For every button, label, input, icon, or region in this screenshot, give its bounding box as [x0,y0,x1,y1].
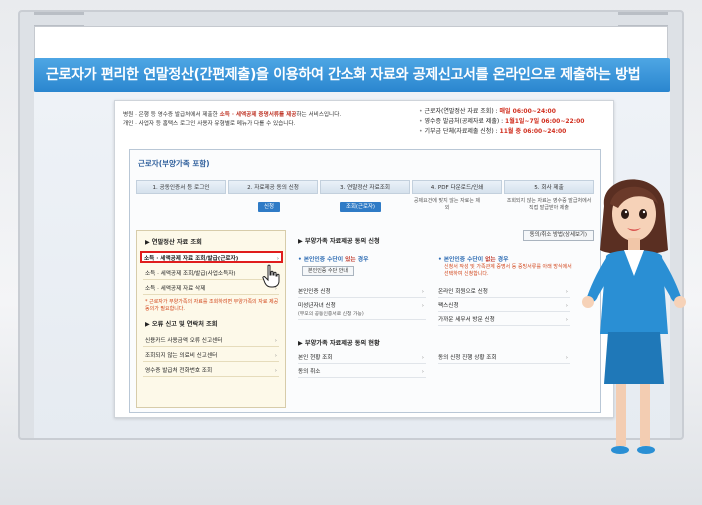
menu-item-label: 조회되지 않는 의료비 신고센터 [145,353,218,359]
minor-child-apply[interactable]: 미성년자녀 신청 › (부모의 공동인증서로 신청 가능) [298,300,426,320]
case-title-text: • 본인인증 수단이 [438,257,486,263]
item-label: 가까운 세무서 방문 신청 [438,317,495,323]
item-label: 동의 신청 진행 상황 조회 [438,355,497,361]
consent-cancel[interactable]: 동의 취소 › [298,366,426,378]
step-actions: 신청 조회(근로자) 공제요건에 맞지 않는 자료는 제외 조회되지 않는 자료… [136,198,594,220]
dependent-warning: * 근로자가 부양가족의 자료를 조회하려면 부양가족의 자료 제공동의가 필요… [145,299,279,312]
schedule-value: 매일 [499,108,513,115]
case2-note: 신청서 작성 및 가족관계 증명서 등 증빙서류를 아래 방식에서 선택하여 신… [444,264,572,277]
online-member-apply[interactable]: 온라인 회원으로 신청 › [438,286,570,298]
item-label: 본인인증 신청 [298,289,331,295]
chevron-right-icon: › [421,303,424,309]
step-note-exclude: 공제요건에 맞지 않는 자료는 제외 [413,198,481,211]
item-label: 본인 현황 조회 [298,355,333,361]
schedule-row: • 영수증 발급처(공제자료 제출) : 1월1일~7일 06:00~22:00 [419,118,585,125]
self-auth-apply[interactable]: 본인인증 신청 › [298,286,426,298]
schedule-row: • 기부금 단체(자료제출 신청) : 11월 중 06:00~24:00 [419,128,567,135]
intro-line1-post: 하는 서비스입니다. [296,112,342,118]
schedule-value: 11월 중 [499,128,524,135]
lookup-heading: ▶ 연말정산 자료 조회 [145,239,202,246]
menu-item-delete[interactable]: 소득 · 세액공제 자료 삭제 › [143,283,279,295]
tax-office-apply[interactable]: 가까운 세무서 방문 신청 › [438,314,570,326]
item-sub-label: (부모의 공동인증서로 신청 가능) [298,312,364,317]
menu-item-label: 신용카드 사용금액 오류 신고센터 [145,338,223,344]
step-consent: 2. 자료제공 동의 신청 [228,180,318,194]
case-title-emph: 있는 [345,257,356,263]
process-steps: 1. 공동인증서 등 로그인 2. 자료제공 동의 신청 3. 연말정산 자료조… [136,180,594,194]
chevron-right-icon: › [274,368,277,374]
case-title-suffix: 경우 [495,257,509,263]
chevron-right-icon: › [565,317,568,323]
menu-item-card-error[interactable]: 신용카드 사용금액 오류 신고센터 › [143,335,279,347]
chevron-right-icon: › [421,369,424,375]
case-title-text: • 본인인증 수단이 [298,257,346,263]
item-label: 팩스신청 [438,303,459,309]
self-status-lookup[interactable]: 본인 현황 조회 › [298,352,426,364]
case-title-emph: 없는 [485,257,496,263]
menu-item-phone-lookup[interactable]: 영수증 발급처 전화번호 조회 › [143,365,279,377]
chevron-right-icon: › [421,355,424,361]
schedule-value: 1월1일~7일 [505,118,542,125]
menu-item-business-lookup[interactable]: 소득 · 세액공제 조회/발급(사업소득자)› [143,268,279,280]
lookup-worker-button[interactable]: 조회(근로자) [340,202,382,212]
service-schedule: • 근로자(연말정산 자료 조회) : 매일 06:00~24:00 • 영수증… [419,107,613,137]
step-pdf: 4. PDF 다운로드/인쇄 [412,180,502,194]
consent-panel: ▶ 부양가족 자료제공 동의 신청 동의/취소 방법(상세보기) • 본인인증 … [296,230,594,408]
page-title: 근로자가 편리한 연말정산(간편제출)을 이용하여 간소화 자료와 공제신고서를… [46,67,641,83]
schedule-time: 06:00~22:00 [541,118,585,125]
intro-text: 병원 · 은행 등 영수증 발급처에서 제출한 소득 · 세액공제 증명서류를 … [123,111,413,129]
section-title: 근로자(부양가족 포함) [138,159,210,168]
hand-cursor-icon [262,264,280,288]
intro-line2: 개인 · 사업자 등 홈택스 로그인 사용자 유형별로 메뉴가 다를 수 있습니… [123,121,296,127]
schedule-time: 06:00~24:00 [512,108,556,115]
item-label: 동의 취소 [298,369,321,375]
chevron-right-icon: › [565,303,568,309]
title-banner: 근로자가 편리한 연말정산(간편제출)을 이용하여 간소화 자료와 공제신고서를… [34,58,670,92]
intro-line1-pre: 병원 · 은행 등 영수증 발급처에서 제출한 [123,112,220,118]
worker-section: 근로자(부양가족 포함) 1. 공동인증서 등 로그인 2. 자료제공 동의 신… [129,149,601,413]
intro-highlight: 소득 · 세액공제 증명서류를 제공 [219,112,297,118]
menu-item-label: 영수증 발급처 전화번호 조회 [145,368,213,374]
step-lookup: 3. 연말정산 자료조회 [320,180,410,194]
error-report-heading: ▶ 오류 신고 및 연락처 조회 [145,321,218,328]
chevron-right-icon: › [565,355,568,361]
chevron-right-icon: › [421,289,424,295]
case-with-auth: • 본인인증 수단이 있는 경우 [298,254,368,263]
case-without-auth: • 본인인증 수단이 없는 경우 [438,254,508,263]
consent-progress-lookup[interactable]: 동의 신청 진행 상황 조회 › [438,352,570,364]
schedule-label: 근로자(연말정산 자료 조회) : [424,108,500,115]
chevron-right-icon: › [274,353,277,359]
consent-status-heading: ▶ 부양가족 자료제공 동의 현황 [298,340,380,347]
menu-item-label: 소득 · 세액공제 조회/발급(사업소득자) [145,271,236,277]
case-title-suffix: 경우 [355,257,369,263]
schedule-row: • 근로자(연말정산 자료 조회) : 매일 06:00~24:00 [419,108,556,115]
presenter-woman-illustration [582,179,686,454]
item-label: 온라인 회원으로 신청 [438,289,488,295]
consent-heading: ▶ 부양가족 자료제공 동의 신청 [298,238,380,245]
schedule-label: 영수증 발급처(공제자료 제출) : [424,118,506,125]
lookup-panel: ▶ 연말정산 자료 조회 소득 · 세액공제 자료 조회/발급(근로자) › 소득… [136,230,286,408]
schedule-time: 06:00~24:00 [523,128,567,135]
apply-button[interactable]: 신청 [258,202,280,212]
menu-item-label: 소득 · 세액공제 자료 삭제 [145,286,206,292]
schedule-label: 기부금 단체(자료제출 신청) : [424,128,500,135]
hometax-page: 병원 · 은행 등 영수증 발급처에서 제출한 소득 · 세액공제 증명서류를 … [114,100,614,418]
fax-apply[interactable]: 팩스신청 › [438,300,570,312]
auth-guide-button[interactable]: 본인인증 수단 안내 [302,266,354,276]
chevron-right-icon: › [565,289,568,295]
chevron-right-icon: › [274,338,277,344]
step-login: 1. 공동인증서 등 로그인 [136,180,226,194]
menu-item-label: 소득 · 세액공제 자료 조회/발급(근로자) [144,256,239,262]
menu-item-medical-report[interactable]: 조회되지 않는 의료비 신고센터 › [143,350,279,362]
menu-item-worker-lookup[interactable]: 소득 · 세액공제 자료 조회/발급(근로자) › [140,251,283,263]
